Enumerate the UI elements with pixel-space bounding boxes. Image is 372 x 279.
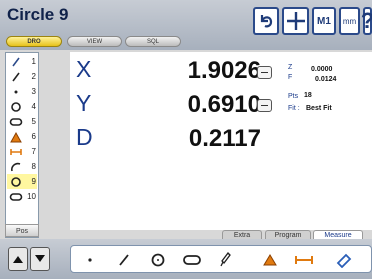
point-tool-button[interactable] bbox=[79, 250, 101, 270]
axis-label-y: Y bbox=[76, 90, 92, 116]
tab-extra[interactable]: Extra bbox=[222, 230, 262, 239]
f-value: 0.0124 bbox=[315, 76, 337, 83]
undo-icon bbox=[260, 15, 273, 28]
feature-number: 3 bbox=[31, 87, 36, 96]
slot-icon bbox=[9, 115, 23, 128]
arrow-down-icon bbox=[35, 255, 45, 262]
f-label: F bbox=[288, 74, 293, 81]
line-tool-icon bbox=[119, 254, 129, 266]
list-item[interactable]: 2 bbox=[7, 69, 37, 84]
probe-tool-button[interactable] bbox=[215, 250, 237, 270]
circle-tool-icon bbox=[151, 253, 165, 267]
header-bar: Circle 9 DRO VIEW SQL M1 mm ? bbox=[0, 0, 372, 50]
feature-list[interactable]: 1 2 3 4 5 6 7 8 9 10 bbox=[5, 52, 39, 238]
scroll-up-button[interactable] bbox=[8, 247, 28, 271]
axis-value-x: 1.9026 bbox=[187, 57, 261, 84]
list-item[interactable]: 8 bbox=[7, 159, 37, 174]
fit-label: Fit : bbox=[288, 105, 300, 112]
line-icon bbox=[9, 55, 23, 68]
list-item[interactable]: 1 bbox=[7, 54, 37, 69]
feature-number: 9 bbox=[31, 177, 36, 186]
pos-button[interactable]: Pos bbox=[5, 224, 39, 237]
crosshair-icon bbox=[286, 12, 305, 30]
list-item[interactable]: 4 bbox=[7, 99, 37, 114]
point-tool-icon bbox=[88, 258, 92, 262]
minus-button[interactable] bbox=[257, 66, 272, 79]
list-item[interactable]: 7 bbox=[7, 144, 37, 159]
angle-tool-icon bbox=[263, 254, 277, 266]
pts-label: Pts bbox=[288, 93, 299, 100]
minus-button[interactable] bbox=[257, 99, 272, 112]
distance-tool-button[interactable] bbox=[293, 250, 315, 270]
list-item[interactable]: 3 bbox=[7, 84, 37, 99]
slot-tool-button[interactable] bbox=[181, 250, 203, 270]
slot-icon bbox=[9, 190, 23, 203]
slot-tool-icon bbox=[183, 255, 201, 265]
probe-tool-icon bbox=[220, 252, 231, 267]
tab-sql[interactable]: SQL bbox=[125, 36, 181, 47]
point-icon bbox=[9, 85, 23, 98]
fit-value: Best Fit bbox=[306, 105, 332, 112]
angle-icon bbox=[9, 130, 23, 143]
feature-number: 2 bbox=[31, 72, 36, 81]
circle-icon bbox=[9, 175, 23, 188]
axis-label-x: X bbox=[76, 56, 92, 82]
feature-number: 10 bbox=[27, 192, 36, 201]
arc-icon bbox=[9, 160, 23, 173]
help-button[interactable]: ? bbox=[361, 7, 372, 35]
eraser-tool-icon bbox=[336, 253, 352, 268]
scroll-down-button[interactable] bbox=[30, 247, 50, 271]
arrow-up-icon bbox=[13, 256, 23, 263]
m1-button[interactable]: M1 bbox=[312, 7, 336, 35]
z-value: 0.0000 bbox=[311, 66, 333, 73]
measure-tools bbox=[70, 245, 372, 273]
pts-value: 18 bbox=[304, 92, 312, 99]
page-title: Circle 9 bbox=[7, 5, 69, 24]
tab-view[interactable]: VIEW bbox=[67, 36, 122, 47]
axis-value-y: 0.6910 bbox=[187, 91, 261, 118]
bottom-toolbar bbox=[0, 239, 372, 279]
tab-measure[interactable]: Measure bbox=[313, 230, 363, 239]
feature-number: 1 bbox=[31, 57, 36, 66]
distance-tool-icon bbox=[295, 256, 313, 264]
angle-tool-button[interactable] bbox=[259, 250, 281, 270]
feature-number: 4 bbox=[31, 102, 36, 111]
axis-label-d: D bbox=[76, 124, 93, 150]
list-item[interactable]: 6 bbox=[7, 129, 37, 144]
tab-dro[interactable]: DRO bbox=[6, 36, 62, 47]
eraser-tool-button[interactable] bbox=[333, 250, 355, 270]
line-icon bbox=[9, 70, 23, 83]
crosshair-button[interactable] bbox=[282, 7, 309, 35]
feature-number: 7 bbox=[31, 147, 36, 156]
list-item[interactable]: 5 bbox=[7, 114, 37, 129]
list-item[interactable]: 10 bbox=[7, 189, 37, 204]
circle-icon bbox=[9, 100, 23, 113]
dro-display: X 1.9026 Y 0.6910 D 0.2117 Z 0.0000 F 0.… bbox=[70, 52, 372, 230]
undo-button[interactable] bbox=[253, 7, 279, 35]
feature-number: 8 bbox=[31, 162, 36, 171]
line-tool-button[interactable] bbox=[113, 250, 135, 270]
distance-icon bbox=[9, 145, 23, 158]
units-button[interactable]: mm bbox=[339, 7, 360, 35]
list-item-selected[interactable]: 9 bbox=[7, 174, 37, 189]
z-label: Z bbox=[288, 64, 293, 71]
tab-program[interactable]: Program bbox=[265, 230, 311, 239]
feature-number: 6 bbox=[31, 132, 36, 141]
circle-tool-button[interactable] bbox=[147, 250, 169, 270]
axis-value-d: 0.2117 bbox=[188, 125, 261, 152]
feature-number: 5 bbox=[31, 117, 36, 126]
